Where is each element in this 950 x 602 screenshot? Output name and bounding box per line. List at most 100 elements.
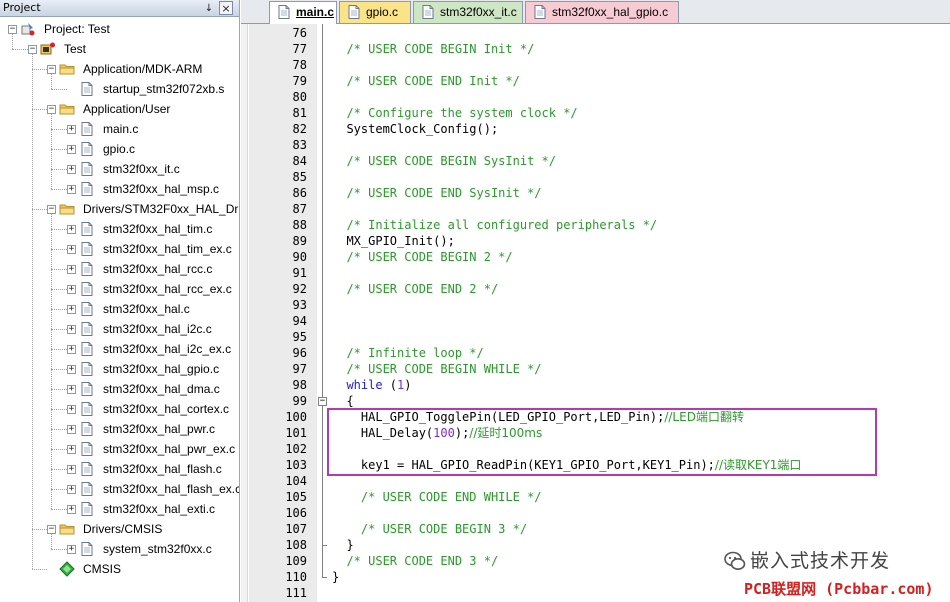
collapse-icon[interactable]: − — [47, 525, 56, 534]
close-icon[interactable]: × — [219, 1, 233, 15]
expand-icon[interactable]: + — [67, 125, 76, 134]
collapse-icon[interactable]: − — [47, 65, 56, 74]
line-number: 106 — [285, 506, 307, 520]
code-line[interactable]: 81 /* Configure the system clock */ — [241, 105, 941, 121]
tree-item[interactable]: + stm32f0xx_hal_tim.c — [0, 219, 239, 239]
code-line[interactable]: 93 — [241, 297, 941, 313]
tree-item[interactable]: + stm32f0xx_hal_gpio.c — [0, 359, 239, 379]
tree-item[interactable]: + stm32f0xx_hal_dma.c — [0, 379, 239, 399]
code-line[interactable]: 97 /* USER CODE BEGIN WHILE */ — [241, 361, 941, 377]
code-line[interactable]: 85 — [241, 169, 941, 185]
code-line[interactable]: 78 — [241, 57, 941, 73]
collapse-icon[interactable]: − — [47, 105, 56, 114]
expand-icon[interactable]: + — [67, 265, 76, 274]
code-line[interactable]: 106 — [241, 505, 941, 521]
expand-icon[interactable]: + — [67, 245, 76, 254]
code-line[interactable]: 86 /* USER CODE END SysInit */ — [241, 185, 941, 201]
editor-tab-label: stm32f0xx_hal_gpio.c — [552, 5, 669, 19]
code-line[interactable]: 98 while (1) — [241, 377, 941, 393]
tree-item[interactable]: + stm32f0xx_hal_i2c.c — [0, 319, 239, 339]
code-line[interactable]: 84 /* USER CODE BEGIN SysInit */ — [241, 153, 941, 169]
expand-icon[interactable]: + — [67, 485, 76, 494]
tree-item[interactable]: + stm32f0xx_hal_rcc_ex.c — [0, 279, 239, 299]
code-line[interactable]: 107 /* USER CODE BEGIN 3 */ — [241, 521, 941, 537]
tree-item[interactable]: + stm32f0xx_hal_pwr.c — [0, 419, 239, 439]
code-line[interactable]: 96 /* Infinite loop */ — [241, 345, 941, 361]
file-icon — [81, 302, 93, 316]
tree-item[interactable]: + stm32f0xx_it.c — [0, 159, 239, 179]
code-line[interactable]: 87 — [241, 201, 941, 217]
expand-icon[interactable]: + — [67, 325, 76, 334]
tree-item[interactable]: startup_stm32f072xb.s — [0, 79, 239, 99]
editor-tab[interactable]: stm32f0xx_hal_gpio.c — [525, 1, 679, 23]
tree-item[interactable]: − Application/User — [0, 99, 239, 119]
code-line[interactable]: 91 — [241, 265, 941, 281]
expand-icon[interactable]: + — [67, 185, 76, 194]
expand-icon[interactable]: + — [67, 285, 76, 294]
code-line[interactable]: 89 MX_GPIO_Init(); — [241, 233, 941, 249]
code-line[interactable]: 95 — [241, 329, 941, 345]
tree-item[interactable]: CMSIS — [0, 559, 239, 579]
tree-item[interactable]: + stm32f0xx_hal_flash.c — [0, 459, 239, 479]
tree-item[interactable]: + stm32f0xx_hal.c — [0, 299, 239, 319]
editor-tab[interactable]: gpio.c — [339, 1, 411, 23]
code-line[interactable]: 77 /* USER CODE BEGIN Init */ — [241, 41, 941, 57]
expand-icon[interactable]: + — [67, 145, 76, 154]
collapse-icon[interactable]: − — [28, 45, 37, 54]
tree-item[interactable]: − Project: Test — [0, 19, 239, 39]
fold-collapse-icon[interactable]: − — [318, 397, 327, 406]
expand-icon[interactable]: + — [67, 345, 76, 354]
collapse-icon[interactable]: − — [47, 205, 56, 214]
expand-icon[interactable]: + — [67, 505, 76, 514]
tree-item[interactable]: + main.c — [0, 119, 239, 139]
expand-icon[interactable]: + — [67, 545, 76, 554]
expand-icon[interactable]: + — [67, 365, 76, 374]
code-line[interactable]: 105 /* USER CODE END WHILE */ — [241, 489, 941, 505]
code-line[interactable]: 76 — [241, 25, 941, 41]
tree-item[interactable]: − Test — [0, 39, 239, 59]
expand-icon[interactable]: + — [67, 385, 76, 394]
tree-item[interactable]: + stm32f0xx_hal_exti.c — [0, 499, 239, 519]
editor-tab-label: gpio.c — [366, 5, 399, 19]
expand-icon[interactable]: + — [67, 465, 76, 474]
tree-item[interactable]: + stm32f0xx_hal_pwr_ex.c — [0, 439, 239, 459]
editor-tab[interactable]: main.c — [269, 1, 337, 24]
file-icon — [81, 362, 93, 376]
code-line[interactable]: 83 — [241, 137, 941, 153]
code-line[interactable]: 94 — [241, 313, 941, 329]
expand-icon[interactable]: + — [67, 305, 76, 314]
code-line[interactable]: 90 /* USER CODE BEGIN 2 */ — [241, 249, 941, 265]
expand-icon[interactable]: + — [67, 445, 76, 454]
code-line[interactable]: 92 /* USER CODE END 2 */ — [241, 281, 941, 297]
expand-icon[interactable]: + — [67, 225, 76, 234]
tree-item[interactable]: + stm32f0xx_hal_tim_ex.c — [0, 239, 239, 259]
code-line[interactable]: 82 SystemClock_Config(); — [241, 121, 941, 137]
tree-item[interactable]: − Drivers/STM32F0xx_HAL_Driv — [0, 199, 239, 219]
tree-item[interactable]: + stm32f0xx_hal_cortex.c — [0, 399, 239, 419]
code-line[interactable]: 88 /* Initialize all configured peripher… — [241, 217, 941, 233]
code-line[interactable]: 80 — [241, 89, 941, 105]
code-line[interactable]: 99 { — [241, 393, 941, 409]
tree-item[interactable]: − Drivers/CMSIS — [0, 519, 239, 539]
code-line[interactable]: 79 /* USER CODE END Init */ — [241, 73, 941, 89]
collapse-icon[interactable]: − — [8, 25, 17, 34]
editor-tab[interactable]: stm32f0xx_it.c — [413, 1, 523, 23]
tree-item-label: Drivers/CMSIS — [83, 522, 163, 536]
code-token: /* USER CODE END WHILE */ — [360, 490, 542, 504]
expand-icon[interactable]: + — [67, 425, 76, 434]
tree-item[interactable]: − Application/MDK-ARM — [0, 59, 239, 79]
pin-icon[interactable]: ↓ — [202, 1, 216, 15]
tree-item[interactable]: + stm32f0xx_hal_msp.c — [0, 179, 239, 199]
code-text: { — [332, 393, 353, 409]
code-token: MX_GPIO_Init(); — [332, 234, 455, 248]
tree-item[interactable]: + stm32f0xx_hal_rcc.c — [0, 259, 239, 279]
tree-item[interactable]: + stm32f0xx_hal_flash_ex.c — [0, 479, 239, 499]
tree-item[interactable]: + system_stm32f0xx.c — [0, 539, 239, 559]
tree-item[interactable]: + stm32f0xx_hal_i2c_ex.c — [0, 339, 239, 359]
expand-icon[interactable]: + — [67, 165, 76, 174]
panel-title: Project — [3, 1, 41, 14]
expand-icon[interactable]: + — [67, 405, 76, 414]
tree-item[interactable]: + gpio.c — [0, 139, 239, 159]
